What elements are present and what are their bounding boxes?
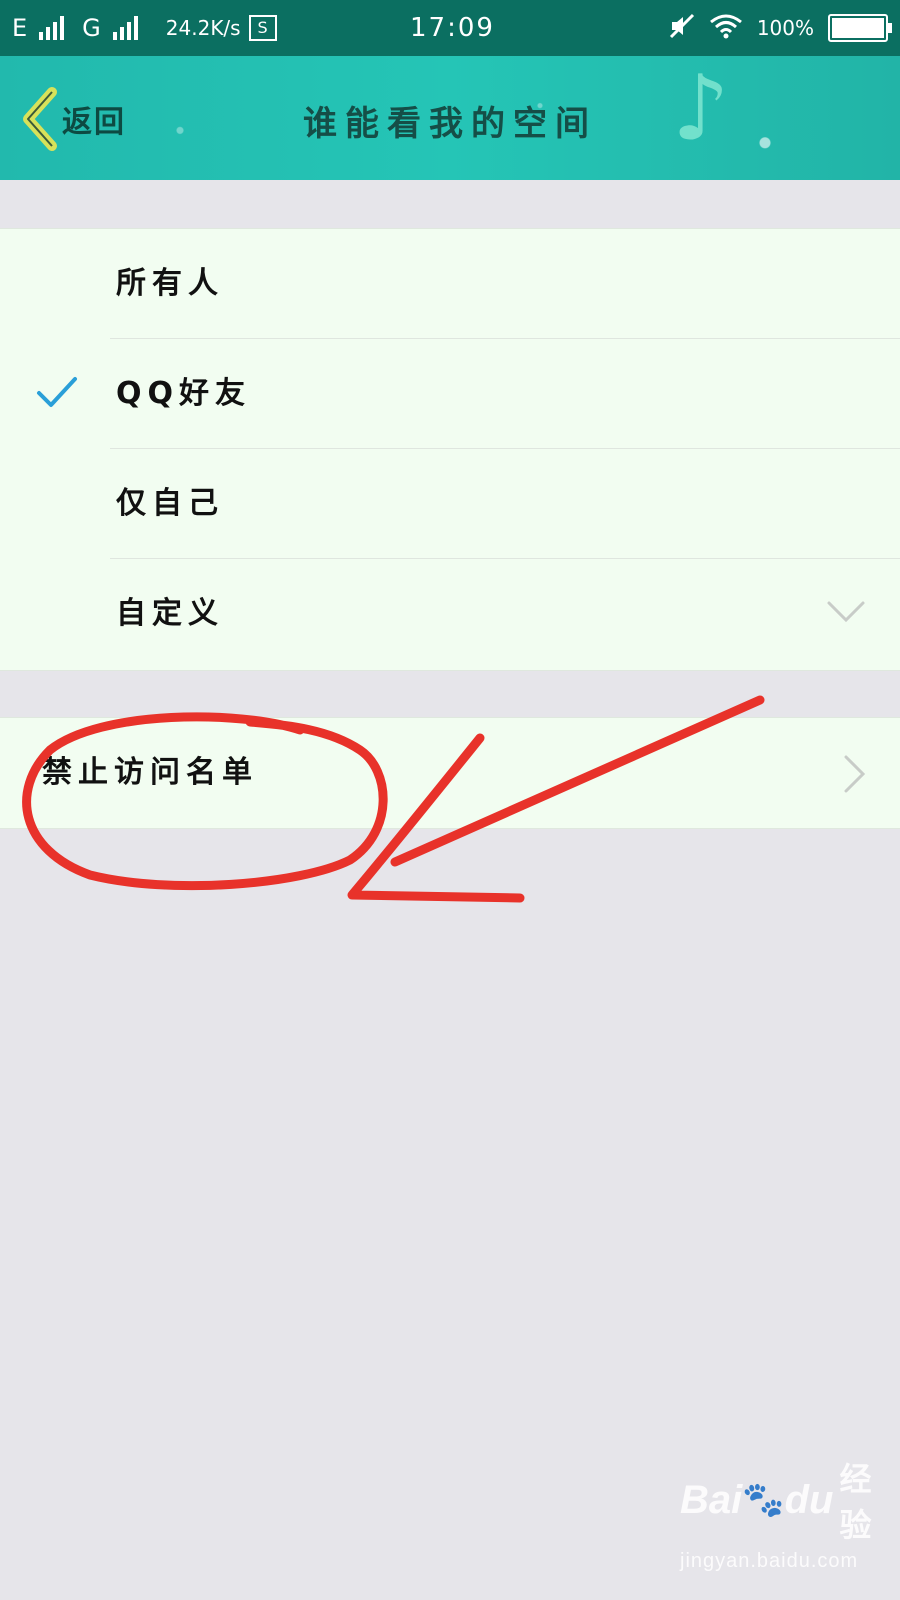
header: ♪ 返回 谁能看我的空间 — [0, 56, 900, 180]
option-label: 自定义 — [116, 596, 224, 631]
network-speed: 24.2K/s — [165, 16, 241, 40]
block-list-label: 禁止访问名单 — [42, 755, 258, 790]
option-label: 仅自己 — [116, 486, 224, 521]
signal-icon — [112, 16, 138, 40]
baidu-watermark: Bai 🐾 du 经验 jingyan.baidu.com — [680, 1454, 880, 1584]
option-label: QQ好友 — [116, 376, 252, 411]
option-custom[interactable]: 自定义 — [0, 559, 900, 669]
status-right: 100% — [669, 0, 892, 56]
chevron-down-icon — [826, 599, 866, 629]
option-qq-friends[interactable]: QQ好友 — [0, 339, 900, 449]
screenshot-icon: S — [248, 15, 277, 41]
status-bar: E G 24.2K/s S 17:09 100% — [0, 0, 900, 56]
status-time: 17:09 — [410, 13, 495, 43]
block-list-row[interactable]: 禁止访问名单 — [0, 717, 900, 829]
chevron-right-icon — [842, 754, 868, 798]
signal-icon — [39, 16, 65, 40]
option-everyone[interactable]: 所有人 — [0, 229, 900, 339]
watermark-suffix: 经验 — [839, 1461, 872, 1543]
page-title: 谁能看我的空间 — [303, 104, 597, 144]
status-left: E G 24.2K/s S — [12, 0, 277, 56]
option-only-me[interactable]: 仅自己 — [0, 449, 900, 559]
wifi-icon — [709, 13, 743, 44]
mute-icon — [669, 13, 695, 44]
visibility-options: 所有人 QQ好友 仅自己 自定义 — [0, 228, 900, 671]
watermark-brand: Bai — [680, 1477, 743, 1522]
network-type-1: E — [12, 14, 28, 42]
watermark-brand2: du — [784, 1477, 834, 1522]
paw-icon: 🐾 — [742, 1481, 785, 1519]
network-type-2: G — [82, 14, 101, 42]
check-icon — [36, 375, 78, 413]
option-label: 所有人 — [116, 266, 224, 301]
battery-icon — [828, 14, 892, 42]
watermark-url: jingyan.baidu.com — [680, 1550, 859, 1572]
battery-percent: 100% — [756, 16, 814, 40]
